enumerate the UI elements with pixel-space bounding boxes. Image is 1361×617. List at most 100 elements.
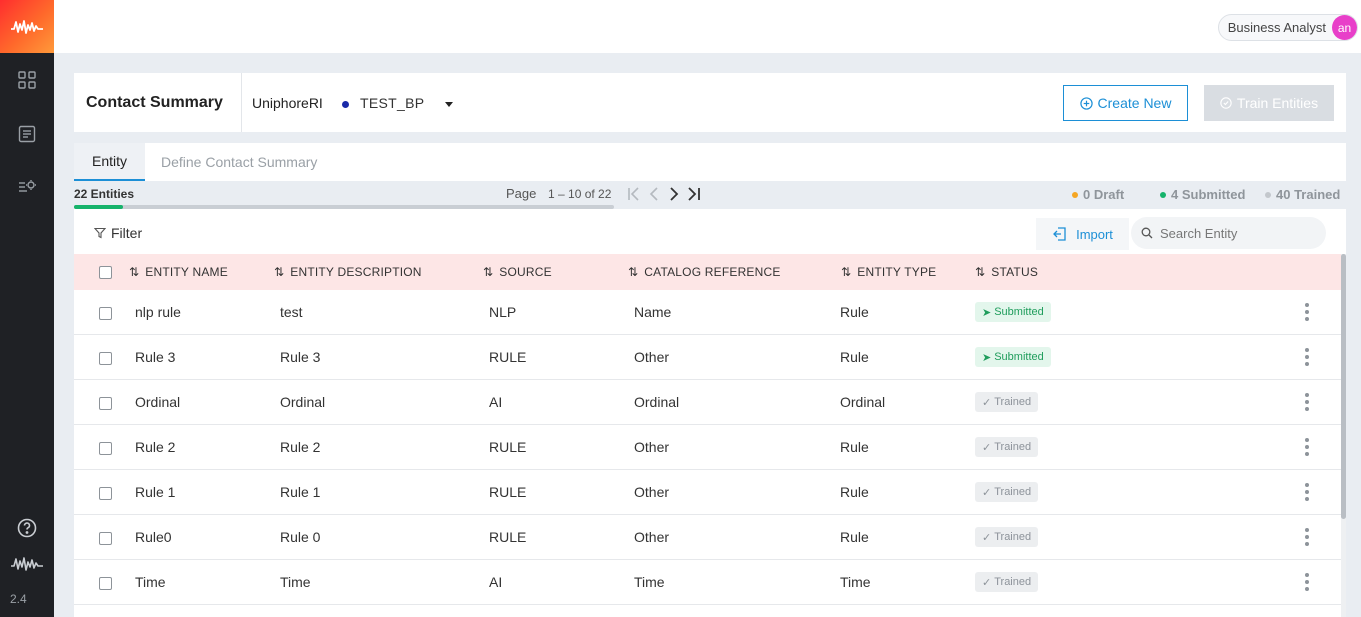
sort-icon: ⇅ [628,265,639,279]
entity-type: Rule [840,304,869,320]
column-header-entity-type[interactable]: ⇅ ENTITY TYPE [841,265,936,279]
row-actions-menu-icon[interactable] [1305,348,1309,366]
page-title: Contact Summary [86,94,223,111]
entity-table-card: Filter Import ⇅ ENTITY NAME ⇅ ENTITY DESCR… [74,209,1346,617]
row-actions-menu-icon[interactable] [1305,303,1309,321]
user-menu[interactable]: Business Analyst an [1217,14,1358,41]
scrollbar-thumb[interactable] [1341,254,1346,519]
column-header-label: STATUS [991,265,1039,279]
entity-name[interactable]: Rule 1 [135,484,175,500]
train-entities-button[interactable]: Train Entities [1204,85,1334,121]
status-label: Trained [994,441,1032,453]
search-input[interactable] [1160,225,1310,241]
grid-icon[interactable] [17,70,37,90]
status-label: Trained [994,396,1032,408]
catalog-reference: Time [634,574,665,590]
entity-type: Rule [840,349,869,365]
status-badge: ✓ Trained [975,392,1039,412]
entity-name[interactable]: Rule 3 [135,349,175,365]
row-checkbox[interactable] [99,307,112,320]
first-page-icon[interactable] [626,185,642,203]
plus-circle-icon [1079,96,1093,110]
draft-dot [1072,191,1078,198]
send-icon: ➤ [982,351,992,364]
next-page-icon[interactable] [667,185,681,203]
prev-page-icon[interactable] [647,185,661,203]
row-checkbox[interactable] [99,352,112,365]
select-all-checkbox[interactable] [99,266,112,279]
column-header-source[interactable]: ⇅ SOURCE [483,265,552,279]
check-circle-icon: ✓ [982,441,992,454]
table-row[interactable]: Rule 1 Rule 1 RULE Other Rule ✓ Trained [74,470,1341,515]
table-scrollbar[interactable] [1341,254,1346,617]
table-header: ⇅ ENTITY NAME ⇅ ENTITY DESCRIPTION ⇅ SOURCE… [74,254,1341,290]
entity-source: RULE [489,529,527,545]
waveform-logo-icon[interactable] [0,0,54,53]
tab-entity[interactable]: Entity [74,143,145,181]
search-box[interactable] [1131,217,1326,249]
trained-label: 40 Trained [1276,187,1341,202]
last-page-icon[interactable] [685,185,703,203]
entity-source: NLP [489,304,517,320]
status-badge: ✓ Trained [975,482,1039,502]
entity-name[interactable]: Rule0 [135,529,172,545]
tab-bar: Entity Define Contact Summary [74,143,1346,181]
page-header: Contact Summary UniphoreRI TEST_BP Creat… [74,73,1346,132]
table-row[interactable]: Rule 3 Rule 3 RULE Other Rule ➤ Submitted [74,335,1341,380]
entity-source: RULE [489,484,527,500]
tab-define-contact-summary[interactable]: Define Contact Summary [161,143,317,181]
sort-icon: ⇅ [483,265,494,279]
create-new-button[interactable]: Create New [1063,85,1188,121]
row-checkbox[interactable] [99,442,112,455]
row-actions-menu-icon[interactable] [1305,438,1309,456]
settings-list-icon[interactable] [17,177,37,197]
submitted-count: 4 Submitted [1160,187,1245,202]
filter-button[interactable]: Filter [94,225,142,241]
entity-name[interactable]: Ordinal [135,394,180,410]
entity-type: Rule [840,529,869,545]
table-row[interactable]: Rule0 Rule 0 RULE Other Rule ✓ Trained [74,515,1341,560]
train-entities-label: Train Entities [1236,95,1319,111]
search-icon [1141,227,1153,239]
catalog-reference: Other [634,529,670,545]
caret-down-icon[interactable] [445,102,453,107]
environment-selector[interactable]: TEST_BP [360,95,424,111]
row-checkbox[interactable] [99,532,112,545]
status-badge: ➤ Submitted [975,302,1051,322]
entity-description: Rule 3 [280,349,321,365]
row-actions-menu-icon[interactable] [1305,573,1309,591]
row-actions-menu-icon[interactable] [1305,528,1309,546]
row-checkbox[interactable] [99,487,112,500]
row-checkbox[interactable] [99,577,112,590]
sort-icon: ⇅ [129,265,140,279]
document-icon[interactable] [17,124,37,144]
column-header-entity-description[interactable]: ⇅ ENTITY DESCRIPTION [274,265,422,279]
table-row[interactable]: Rule 2 Rule 2 RULE Other Rule ✓ Trained [74,425,1341,470]
import-button[interactable]: Import [1036,218,1129,250]
column-header-status[interactable]: ⇅ STATUS [975,265,1038,279]
status-label: Trained [994,531,1032,543]
table-row[interactable]: nlp rule test NLP Name Rule ➤ Submitted [74,290,1341,335]
row-actions-menu-icon[interactable] [1305,483,1309,501]
row-checkbox[interactable] [99,397,112,410]
trained-dot [1265,191,1271,198]
entity-description: Time [280,574,311,590]
entity-name[interactable]: Rule 2 [135,439,175,455]
sort-icon: ⇅ [975,265,986,279]
avatar: an [1332,15,1357,40]
column-header-entity-name[interactable]: ⇅ ENTITY NAME [129,265,228,279]
column-header-label: SOURCE [499,265,552,279]
entity-name[interactable]: nlp rule [135,304,181,320]
table-row[interactable]: Ordinal Ordinal AI Ordinal Ordinal ✓ Trai… [74,380,1341,425]
status-label: Submitted [994,306,1044,318]
status-badge: ✓ Trained [975,527,1039,547]
entity-source: AI [489,574,503,590]
help-icon[interactable] [17,518,37,538]
header-divider [241,73,242,132]
table-row[interactable]: Time Time AI Time Time ✓ Trained [74,560,1341,605]
top-bar: Business Analyst an [54,0,1361,53]
entity-name[interactable]: Time [135,574,166,590]
row-actions-menu-icon[interactable] [1305,393,1309,411]
left-nav: 2.4 [0,0,54,617]
column-header-catalog-reference[interactable]: ⇅ CATALOG REFERENCE [628,265,781,279]
